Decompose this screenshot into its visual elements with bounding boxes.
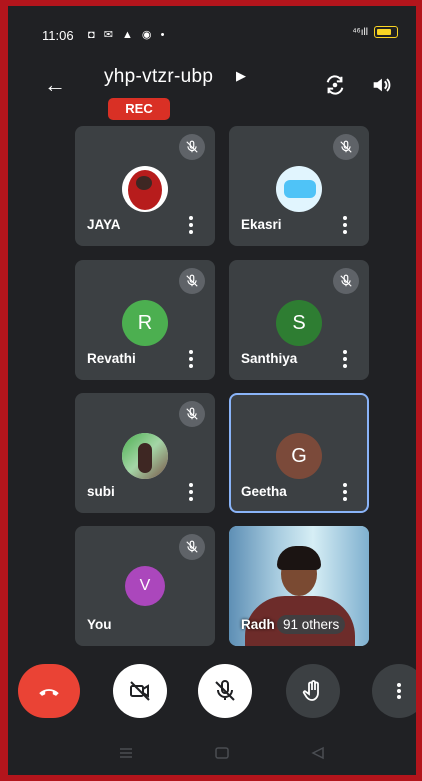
- raise-hand-button[interactable]: [286, 664, 340, 718]
- more-options-icon[interactable]: [343, 216, 347, 234]
- participant-tile[interactable]: Ekasri: [229, 126, 369, 246]
- mic-off-icon: [215, 680, 235, 701]
- system-nav-bar: [8, 731, 416, 775]
- meeting-header: ← yhp-vtzr-ubp ▶ REC: [8, 56, 416, 126]
- participant-name: You: [87, 617, 112, 632]
- video-person-hair: [277, 546, 321, 570]
- avatar: [122, 166, 168, 212]
- status-bar: 11:06 ◘ ✉ ▲ ◉ • ⁴⁶ıll: [8, 6, 416, 50]
- participant-tile[interactable]: subi: [75, 393, 215, 513]
- participant-name: Geetha: [241, 484, 287, 499]
- others-count[interactable]: 91 others: [277, 615, 346, 634]
- participant-name: JAYA: [87, 217, 121, 232]
- avatar: R: [122, 300, 168, 346]
- status-right: ⁴⁶ıll: [352, 26, 398, 38]
- status-time: 11:06: [42, 28, 74, 43]
- more-options-icon[interactable]: [189, 483, 193, 501]
- camera-toggle-button[interactable]: [113, 664, 167, 718]
- recording-badge: REC: [108, 98, 170, 120]
- more-options-icon[interactable]: [189, 216, 193, 234]
- avatar: S: [276, 300, 322, 346]
- mic-off-icon: [179, 401, 205, 427]
- chevron-right-icon[interactable]: ▶: [236, 68, 246, 84]
- more-options-button[interactable]: [372, 664, 416, 718]
- avatar: G: [276, 433, 322, 479]
- camera-off-icon: [130, 681, 150, 701]
- mic-off-icon: [333, 268, 359, 294]
- back-arrow-icon[interactable]: ←: [44, 72, 66, 98]
- battery-icon: [374, 26, 398, 38]
- more-options-icon[interactable]: [343, 350, 347, 368]
- back-nav-icon[interactable]: [310, 746, 326, 760]
- others-video-tile[interactable]: Radh 91 others: [229, 526, 369, 646]
- participant-name: Revathi: [87, 351, 136, 366]
- hand-icon: [302, 680, 319, 701]
- hang-up-icon: [39, 689, 59, 696]
- recents-icon[interactable]: [118, 746, 134, 760]
- mic-off-icon: [179, 534, 205, 560]
- home-icon[interactable]: [214, 746, 230, 760]
- participant-tile[interactable]: JAYA: [75, 126, 215, 246]
- participant-tile[interactable]: S Santhiya: [229, 260, 369, 380]
- more-options-icon[interactable]: [343, 483, 347, 501]
- meet-screen: 11:06 ◘ ✉ ▲ ◉ • ⁴⁶ıll ← yhp-vtzr-ubp ▶ R…: [8, 6, 416, 775]
- mic-off-icon: [333, 134, 359, 160]
- end-call-button[interactable]: [18, 664, 80, 718]
- avatar: [276, 166, 322, 212]
- switch-camera-icon[interactable]: [324, 74, 346, 96]
- participant-name: Ekasri: [241, 217, 282, 232]
- mic-toggle-button[interactable]: [198, 664, 252, 718]
- participant-tile[interactable]: R Revathi: [75, 260, 215, 380]
- participant-name: Santhiya: [241, 351, 298, 366]
- call-controls: [8, 656, 416, 726]
- avatar: V: [125, 566, 165, 606]
- participant-tile-self[interactable]: V You: [75, 526, 215, 646]
- more-vert-icon: [397, 683, 401, 699]
- meeting-code[interactable]: yhp-vtzr-ubp: [104, 66, 213, 88]
- avatar: [122, 433, 168, 479]
- more-options-icon[interactable]: [189, 350, 193, 368]
- mic-off-icon: [179, 134, 205, 160]
- participant-tile-active[interactable]: G Geetha: [229, 393, 369, 513]
- speaker-icon[interactable]: [370, 74, 392, 96]
- video-participant-name: Radh: [241, 617, 275, 632]
- mic-off-icon: [179, 268, 205, 294]
- participant-name: subi: [87, 484, 115, 499]
- signal-icon: ⁴⁶ıll: [352, 26, 368, 38]
- notification-icons: ◘ ✉ ▲ ◉ •: [88, 29, 168, 41]
